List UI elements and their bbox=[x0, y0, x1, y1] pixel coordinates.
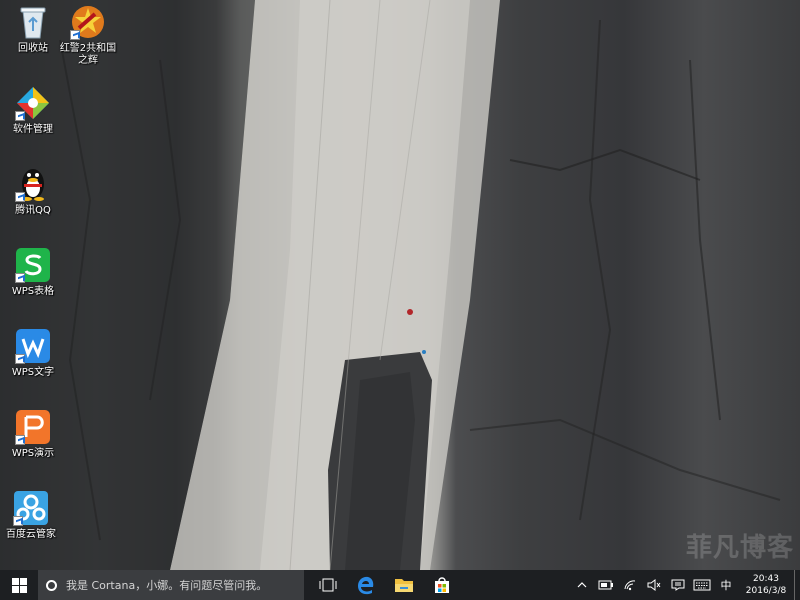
desktop-icon-wps-spreadsheet[interactable]: WPS表格 bbox=[0, 247, 66, 298]
file-explorer-icon bbox=[395, 579, 413, 592]
notification-icon bbox=[671, 579, 685, 591]
desktop-icon-wps-presentation[interactable]: WPS演示 bbox=[0, 409, 66, 460]
taskbar-store-button[interactable] bbox=[423, 570, 461, 600]
desktop-icon-label: 回收站 bbox=[18, 43, 48, 54]
clock-time: 20:43 bbox=[753, 574, 779, 584]
task-view-button[interactable] bbox=[309, 570, 347, 600]
watermark-text: 菲凡博客 bbox=[685, 533, 794, 563]
desktop-wallpaper bbox=[0, 0, 800, 570]
chevron-up-icon bbox=[577, 582, 587, 588]
desktop-icon-baidu-cloud[interactable]: 百度云管家 bbox=[0, 490, 66, 541]
desktop-icon-qq[interactable]: 腾讯QQ bbox=[0, 166, 66, 217]
desktop-icon-label: 软件管理 bbox=[13, 124, 53, 135]
desktop-icon-label: WPS表格 bbox=[11, 286, 55, 297]
wps-presentation-icon bbox=[15, 409, 51, 445]
taskbar-edge-button[interactable] bbox=[347, 570, 385, 600]
show-desktop-button[interactable] bbox=[794, 570, 800, 600]
keyboard-icon bbox=[693, 579, 711, 591]
windows-logo-icon bbox=[11, 577, 27, 593]
network-button[interactable] bbox=[618, 570, 642, 600]
shortcut-arrow-icon bbox=[70, 30, 80, 40]
desktop-icon-software-manager[interactable]: 软件管理 bbox=[0, 85, 66, 136]
taskbar: 我是 Cortana，小娜。有问题尽管问我。 中 20:43 2016/3/8 bbox=[0, 570, 800, 600]
show-hidden-icons-button[interactable] bbox=[570, 570, 594, 600]
edge-icon bbox=[358, 576, 374, 595]
recycle-bin-icon bbox=[15, 4, 51, 40]
qq-penguin-icon bbox=[15, 166, 51, 202]
cortana-icon bbox=[46, 579, 57, 591]
system-tray: 中 20:43 2016/3/8 bbox=[570, 570, 800, 600]
clock[interactable]: 20:43 2016/3/8 bbox=[738, 570, 794, 600]
store-icon bbox=[435, 577, 449, 593]
cortana-search-box[interactable]: 我是 Cortana，小娜。有问题尽管问我。 bbox=[38, 570, 304, 600]
taskbar-explorer-button[interactable] bbox=[385, 570, 423, 600]
volume-muted-icon bbox=[647, 579, 661, 591]
desktop-icon-red-alert[interactable]: 红警2共和国之辉 bbox=[55, 4, 121, 67]
wps-spreadsheet-icon bbox=[15, 247, 51, 283]
shortcut-arrow-icon bbox=[15, 192, 25, 202]
shortcut-arrow-icon bbox=[15, 435, 25, 445]
desktop-icon-wps-writer[interactable]: WPS文字 bbox=[0, 328, 66, 379]
shortcut-arrow-icon bbox=[13, 516, 23, 526]
shortcut-arrow-icon bbox=[15, 354, 25, 364]
shortcut-arrow-icon bbox=[15, 273, 25, 283]
battery-icon bbox=[598, 580, 613, 590]
desktop-icon-label: 红警2共和国之辉 bbox=[59, 43, 117, 66]
software-manager-icon bbox=[15, 85, 51, 121]
action-center-button[interactable] bbox=[666, 570, 690, 600]
wallpaper-rock-art bbox=[0, 0, 781, 570]
desktop-icon-label: WPS演示 bbox=[11, 448, 55, 459]
volume-button[interactable] bbox=[642, 570, 666, 600]
battery-button[interactable] bbox=[594, 570, 618, 600]
start-button[interactable] bbox=[0, 570, 38, 600]
cortana-search-text: 我是 Cortana，小娜。有问题尽管问我。 bbox=[66, 579, 268, 592]
wps-writer-icon bbox=[15, 328, 51, 364]
baidu-cloud-icon bbox=[13, 490, 49, 526]
desktop-icon-label: 腾讯QQ bbox=[15, 205, 51, 216]
touch-keyboard-button[interactable] bbox=[690, 570, 714, 600]
desktop-icon-label: 百度云管家 bbox=[6, 529, 56, 540]
red-alert-game-icon bbox=[70, 4, 106, 40]
clock-date: 2016/3/8 bbox=[745, 586, 787, 596]
shortcut-arrow-icon bbox=[15, 111, 25, 121]
ime-indicator[interactable]: 中 bbox=[714, 570, 738, 600]
desktop-icon-label: WPS文字 bbox=[11, 367, 55, 378]
wifi-icon bbox=[624, 580, 636, 591]
task-view-icon bbox=[319, 578, 337, 592]
